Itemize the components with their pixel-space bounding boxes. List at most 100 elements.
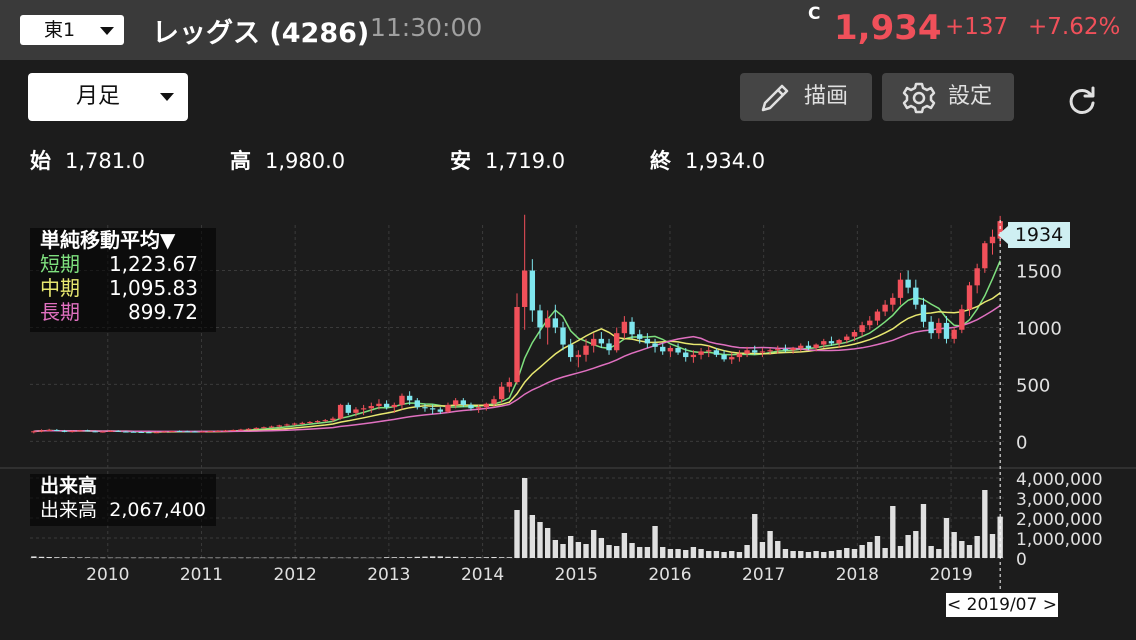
candle-body <box>982 243 988 269</box>
candle-body <box>238 429 244 431</box>
candle-body <box>299 422 305 424</box>
crosshair-date-tag[interactable]: < 2019/07 > <box>946 593 1058 617</box>
ma-long-label: 長期 <box>40 300 80 324</box>
volume-bar <box>606 545 612 558</box>
candle-body <box>429 408 436 410</box>
volume-bar <box>736 552 743 558</box>
volume-bar <box>84 557 91 558</box>
volume-bar <box>560 544 566 558</box>
candle-body <box>851 332 858 337</box>
volume-bar <box>299 557 305 559</box>
candle-body <box>721 354 727 360</box>
candle-body <box>713 350 720 355</box>
volume-bar <box>376 557 382 559</box>
volume-bar <box>943 518 950 558</box>
candle-body <box>483 403 490 408</box>
x-tick-label: 2011 <box>180 565 223 585</box>
ma-mid-value: 1,095.83 <box>108 276 198 300</box>
volume-bar <box>337 557 344 559</box>
volume-bar <box>399 557 405 558</box>
y-tick-label: 1000 <box>1016 318 1062 339</box>
volume-bar <box>660 547 666 558</box>
volume-bar <box>69 557 75 558</box>
candle-body <box>199 431 206 433</box>
candle-body <box>706 350 712 352</box>
candle-body <box>683 352 689 358</box>
candle-body <box>729 357 735 360</box>
candle-body <box>222 430 229 432</box>
candle-body <box>936 322 942 334</box>
candle-body <box>943 322 950 339</box>
candle-body <box>245 428 252 430</box>
candle-body <box>184 431 190 433</box>
volume-bar <box>368 557 374 559</box>
volume-bar <box>31 556 37 558</box>
ma-legend[interactable]: 単純移動平均▼ 短期 1,223.67 中期 1,095.83 長期 899.7… <box>30 228 216 332</box>
volume-bar <box>192 557 198 559</box>
candle-body <box>253 427 259 429</box>
volume-bar <box>982 490 988 558</box>
volume-bar <box>146 557 152 559</box>
volume-bar <box>890 506 896 558</box>
volume-bar <box>314 557 321 559</box>
candle-body <box>690 354 697 358</box>
candle-body <box>859 325 865 333</box>
volume-bar <box>138 557 144 559</box>
volume-bar <box>905 535 911 558</box>
candle-body <box>391 404 397 408</box>
candle-body <box>192 431 198 433</box>
x-tick-label: 2014 <box>461 565 504 585</box>
candle-body <box>913 287 919 305</box>
candle-body <box>828 341 835 344</box>
candle-body <box>291 423 298 425</box>
candle-body <box>698 351 704 355</box>
volume-bar <box>966 545 973 558</box>
candle-body <box>974 268 980 286</box>
volume-bar <box>867 542 873 558</box>
candle-body <box>514 306 520 383</box>
volume-bar <box>675 549 681 558</box>
volume-value: 2,067,400 <box>109 499 206 521</box>
candle-body <box>874 311 881 321</box>
candle-body <box>667 347 674 352</box>
volume-bar <box>537 522 543 558</box>
candle-body <box>836 340 842 344</box>
candle-body <box>468 404 474 409</box>
candle-body <box>552 318 559 328</box>
candle-body <box>353 409 359 413</box>
volume-bar <box>706 551 712 558</box>
candle-body <box>537 310 543 328</box>
candle-body <box>207 431 213 433</box>
volume-legend: 出来高 出来高 2,067,400 <box>30 474 216 526</box>
volume-bar <box>207 557 213 559</box>
candle-body <box>821 341 827 345</box>
candle-body <box>498 386 505 400</box>
candle-body <box>882 304 888 312</box>
volume-bar <box>77 557 83 558</box>
candle-body <box>368 406 374 409</box>
ma-short-label: 短期 <box>40 252 80 276</box>
candle-body <box>169 431 175 433</box>
candle-body <box>123 431 129 433</box>
candle-body <box>614 333 620 351</box>
x-tick-label: 2012 <box>274 565 317 585</box>
candle-body <box>660 346 666 352</box>
candle-body <box>345 404 351 413</box>
candle-body <box>475 407 482 409</box>
candle-body <box>805 345 812 348</box>
candle-body <box>146 432 152 434</box>
candle-body <box>744 350 750 354</box>
ma-long-row: 長期 899.72 <box>30 300 216 324</box>
candle-body <box>959 309 965 330</box>
candle-body <box>736 353 743 358</box>
candle-body <box>422 407 428 409</box>
candle-body <box>951 329 957 339</box>
candle-body <box>844 336 850 340</box>
volume-bar <box>276 557 282 559</box>
x-tick-label: 2017 <box>742 565 785 585</box>
volume-bar <box>406 557 413 558</box>
candle-body <box>890 297 896 305</box>
candle-body <box>215 430 221 432</box>
volume-bar <box>790 551 796 558</box>
candle-body <box>460 400 466 405</box>
